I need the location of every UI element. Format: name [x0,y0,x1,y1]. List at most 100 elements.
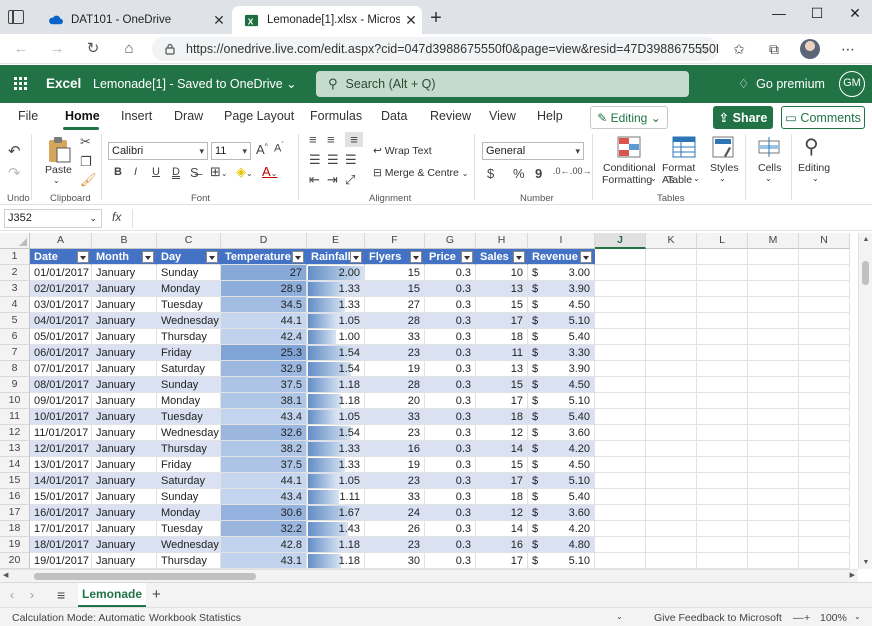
decrease-indent-icon[interactable]: ⇤ [309,172,320,188]
table-cell[interactable]: $4.50 [528,297,595,313]
table-cell[interactable]: 07/01/2017 [30,361,92,377]
table-cell[interactable]: January [92,521,157,537]
cut-icon[interactable]: ✂ [80,134,91,150]
grow-font-icon[interactable]: A^ [256,142,268,157]
underline-button[interactable]: U [152,166,160,178]
table-cell[interactable]: Tuesday [157,521,221,537]
row-header[interactable]: 10 [0,393,30,409]
scroll-thumb[interactable] [34,573,256,580]
currency-button[interactable]: $ [487,166,494,181]
empty-cell[interactable] [595,361,646,377]
fx-icon[interactable]: fx [112,210,121,224]
table-cell[interactable]: 25.3 [221,345,307,361]
table-cell[interactable]: 0.3 [425,457,476,473]
table-cell[interactable]: 23 [365,473,425,489]
table-cell[interactable]: 38.1 [221,393,307,409]
table-cell[interactable]: 1.54 [307,425,365,441]
font-name-dropdown[interactable]: Calibri ▾ [108,142,208,160]
empty-cell[interactable] [646,473,697,489]
empty-cell[interactable] [697,297,748,313]
empty-cell[interactable] [646,521,697,537]
table-cell[interactable]: 12/01/2017 [30,441,92,457]
search-input[interactable]: ⚲ Search (Alt + Q) [316,71,689,97]
table-cell[interactable]: 10 [476,265,528,281]
align-center-icon[interactable]: ☰ [327,152,339,168]
table-cell[interactable]: 19 [365,457,425,473]
table-cell[interactable]: 23 [365,537,425,553]
empty-cell[interactable] [697,377,748,393]
table-cell[interactable]: 30.6 [221,505,307,521]
refresh-icon[interactable]: ↻ [82,39,104,59]
scroll-up-icon[interactable]: ▲ [861,236,871,243]
empty-cell[interactable] [595,537,646,553]
table-cell[interactable]: 03/01/2017 [30,297,92,313]
table-cell[interactable]: January [92,473,157,489]
wrap-text-button[interactable]: ↩ Wrap Text [373,145,432,157]
forward-icon[interactable]: → [46,39,68,59]
table-cell[interactable]: 1.05 [307,473,365,489]
table-cell[interactable]: 11/01/2017 [30,425,92,441]
table-cell[interactable]: 01/01/2017 [30,265,92,281]
undo-icon[interactable]: ↶ [8,142,21,160]
table-cell[interactable]: 12 [476,505,528,521]
table-cell[interactable]: 16 [476,537,528,553]
empty-cell[interactable] [748,489,799,505]
table-cell[interactable]: 1.43 [307,521,365,537]
column-header[interactable]: L [697,233,748,249]
table-cell[interactable]: $3.60 [528,425,595,441]
table-cell[interactable]: $3.60 [528,505,595,521]
empty-cell[interactable] [748,409,799,425]
align-right-icon[interactable]: ☰ [345,152,357,168]
empty-cell[interactable] [595,345,646,361]
table-cell[interactable]: January [92,329,157,345]
table-cell[interactable]: 1.33 [307,441,365,457]
table-cell[interactable]: Saturday [157,473,221,489]
table-cell[interactable]: 44.1 [221,313,307,329]
table-header-cell[interactable]: Date [30,249,92,265]
italic-button[interactable]: I [134,166,137,178]
table-cell[interactable]: 0.3 [425,361,476,377]
table-cell[interactable]: $3.90 [528,281,595,297]
empty-cell[interactable] [799,505,850,521]
zoom-level[interactable]: 100% [820,612,847,624]
table-cell[interactable]: January [92,457,157,473]
redo-icon[interactable]: ↷ [8,164,21,182]
empty-cell[interactable] [748,361,799,377]
column-header[interactable]: M [748,233,799,249]
empty-cell[interactable] [748,425,799,441]
table-cell[interactable]: Tuesday [157,409,221,425]
table-cell[interactable]: January [92,441,157,457]
table-header-cell[interactable]: Price [425,249,476,265]
table-header-cell[interactable]: Temperature [221,249,307,265]
table-cell[interactable]: Monday [157,505,221,521]
percent-button[interactable]: % [513,166,525,181]
table-cell[interactable]: 32.2 [221,521,307,537]
close-tab-icon[interactable]: ✕ [208,12,230,29]
empty-cell[interactable] [748,393,799,409]
table-cell[interactable]: January [92,393,157,409]
empty-cell[interactable] [697,457,748,473]
empty-cell[interactable] [799,345,850,361]
column-header[interactable]: A [30,233,92,249]
table-cell[interactable]: Wednesday [157,537,221,553]
filter-dropdown-icon[interactable] [292,251,304,263]
table-cell[interactable]: 42.4 [221,329,307,345]
table-header-cell[interactable]: Flyers [365,249,425,265]
empty-cell[interactable] [799,473,850,489]
row-header[interactable]: 20 [0,553,30,569]
table-cell[interactable]: $5.10 [528,393,595,409]
row-header[interactable]: 3 [0,281,30,297]
all-sheets-menu-icon[interactable]: ≡ [57,587,65,603]
row-header[interactable]: 11 [0,409,30,425]
table-cell[interactable]: 12 [476,425,528,441]
format-as-table-button[interactable]: Format As Table ⌄ [660,134,708,190]
table-cell[interactable]: 27 [221,265,307,281]
table-cell[interactable]: $5.10 [528,553,595,569]
borders-icon[interactable]: ⊞⌄ [210,164,228,180]
empty-cell[interactable] [595,505,646,521]
browser-tab-onedrive[interactable]: DAT101 - OneDrive ✕ [36,6,230,34]
empty-cell[interactable] [646,489,697,505]
table-cell[interactable]: 0.3 [425,329,476,345]
empty-cell[interactable] [595,457,646,473]
empty-cell[interactable] [595,409,646,425]
